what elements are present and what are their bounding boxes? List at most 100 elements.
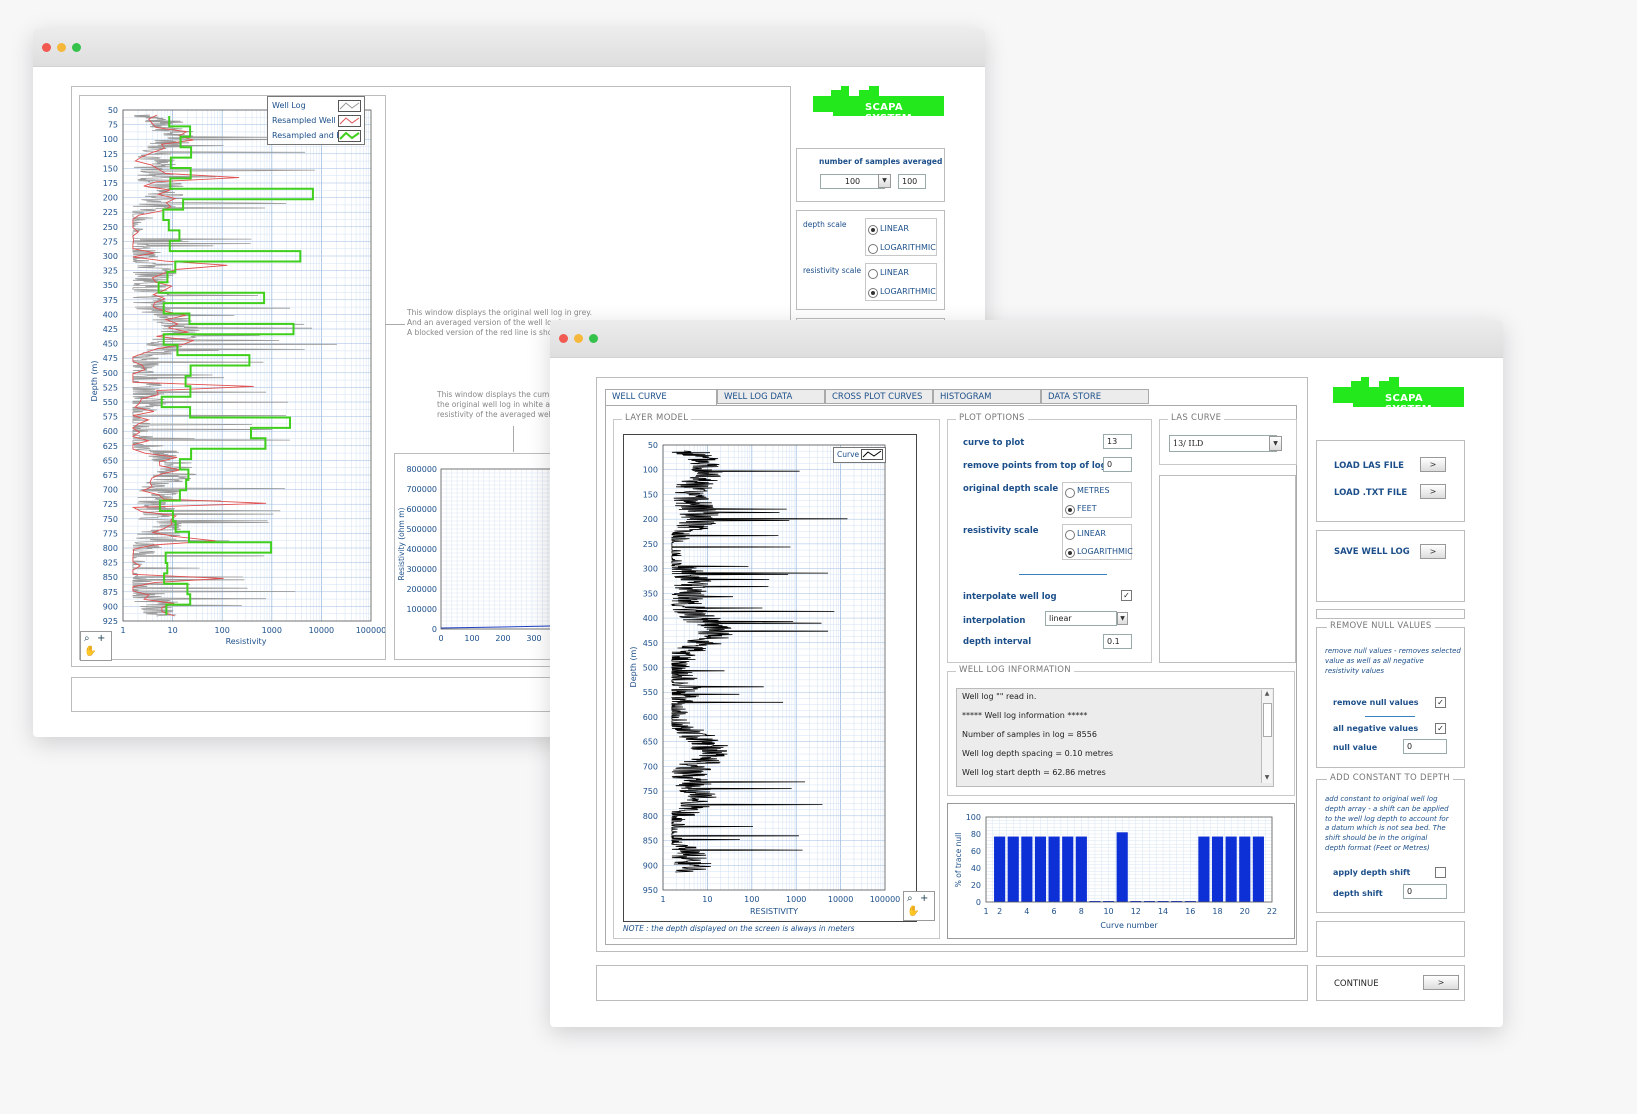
cum-y-tick: 800000 <box>406 465 437 474</box>
info-scrollbar[interactable]: ▲ ▼ <box>1261 690 1272 783</box>
interpolation-dropdown-arrow[interactable]: ▼ <box>1117 612 1128 625</box>
load-las-button[interactable]: > <box>1420 457 1446 472</box>
depth-log-label: LOGARITHMIC <box>880 243 936 252</box>
samples-select[interactable]: 100 <box>820 174 885 189</box>
tab-well-curve[interactable]: WELL CURVE <box>605 389 717 406</box>
depth-tick: 875 <box>103 588 118 597</box>
samples-label: number of samples averaged <box>819 157 943 166</box>
load-txt-button[interactable]: > <box>1420 484 1446 499</box>
res-log-radio[interactable] <box>868 288 878 298</box>
tab-data-store[interactable]: DATA STORE <box>1041 389 1149 404</box>
apply-shift-checkbox[interactable] <box>1435 867 1446 878</box>
histogram-bar <box>1198 836 1210 902</box>
save-well-log-button[interactable]: > <box>1420 544 1446 559</box>
cumulative-line <box>440 625 552 629</box>
cum-y-tick: 0 <box>432 625 437 634</box>
metres-radio[interactable] <box>1065 488 1075 498</box>
depth-tick: 375 <box>103 296 118 305</box>
interpolation-select[interactable]: linear <box>1045 611 1117 626</box>
res-linear-label: LINEAR <box>880 268 909 277</box>
pan-hand-icon[interactable]: ✋ <box>907 905 919 918</box>
interpolate-checkbox[interactable]: ✓ <box>1121 590 1132 601</box>
samples-dropdown-arrow[interactable]: ▼ <box>878 174 891 188</box>
depth-linear-radio[interactable] <box>868 225 878 235</box>
hist-x-tick: 14 <box>1158 907 1168 916</box>
samples-value[interactable]: 100 <box>898 174 926 189</box>
spacer-panel <box>1316 609 1465 619</box>
histogram-bar <box>1211 836 1224 902</box>
histogram-bar <box>1034 836 1047 902</box>
hist-x-tick: 18 <box>1212 907 1222 916</box>
depth-tick: 625 <box>103 442 118 451</box>
well-log-info-textarea[interactable]: Well log "" read in. ***** Well log info… <box>956 688 1274 787</box>
histogram-bar <box>1021 836 1033 902</box>
depth-shift-input[interactable]: 0 <box>1403 884 1447 899</box>
resistivity-tick: 10 <box>168 626 178 635</box>
minimize-dot[interactable] <box>574 334 583 343</box>
curve-to-plot-label: curve to plot <box>963 438 1025 448</box>
continue-panel: CONTINUE > <box>1316 965 1465 1001</box>
scroll-down-arrow[interactable]: ▼ <box>1262 774 1272 781</box>
metres-label: METRES <box>1077 486 1110 495</box>
hist-y-tick: 100 <box>966 813 981 822</box>
depth-tick: 125 <box>103 150 118 159</box>
cum-y-tick: 500000 <box>406 525 437 534</box>
plus-icon[interactable]: + <box>920 892 928 905</box>
depth-interval-label: depth interval <box>963 637 1032 647</box>
minimize-dot[interactable] <box>57 43 66 52</box>
zoom-dot[interactable] <box>589 334 598 343</box>
all-negative-checkbox[interactable]: ✓ <box>1435 723 1446 734</box>
hist-x-tick: 10 <box>1103 907 1113 916</box>
tab-well-log-data[interactable]: WELL LOG DATA <box>717 389 825 404</box>
remove-points-input[interactable]: 0 <box>1103 457 1132 472</box>
linear-radio[interactable] <box>1065 530 1075 540</box>
logarithmic-radio[interactable] <box>1065 548 1075 558</box>
interpolate-label: interpolate well log <box>963 592 1057 602</box>
depth-tick: 850 <box>103 573 118 582</box>
zoom-icon[interactable]: ⌕ <box>907 892 913 905</box>
depth-note: NOTE : the depth displayed on the screen… <box>623 924 855 933</box>
las-curve-select[interactable]: 13/ ILD <box>1169 435 1277 452</box>
resistivity-tick: 1000 <box>786 895 806 904</box>
front-zoom-tools[interactable]: ⌕ + ✋ <box>903 891 935 921</box>
back-zoom-tools[interactable]: ⌕ + ✋ <box>80 631 112 661</box>
pan-hand-icon[interactable]: ✋ <box>84 645 96 658</box>
feet-radio[interactable] <box>1065 505 1075 515</box>
cum-y-tick: 300000 <box>406 565 437 574</box>
depth-log-radio[interactable] <box>868 244 878 254</box>
close-dot[interactable] <box>559 334 568 343</box>
depth-interval-input[interactable]: 0.1 <box>1103 634 1132 649</box>
plus-icon[interactable]: + <box>97 632 105 645</box>
resistivity-tick: 100000 <box>870 895 901 904</box>
depth-tick: 400 <box>103 310 118 319</box>
tab-cross-plot-curves[interactable]: CROSS PLOT CURVES <box>825 389 933 404</box>
interpolation-label: interpolation <box>963 616 1026 626</box>
depth-tick: 350 <box>103 281 118 290</box>
continue-button[interactable]: > <box>1423 975 1459 990</box>
continue-label: CONTINUE <box>1334 979 1379 989</box>
depth-tick: 650 <box>643 738 658 747</box>
logarithmic-label: LOGARITHMIC <box>1077 547 1133 556</box>
depth-tick: 400 <box>643 614 658 623</box>
histogram-bar <box>994 836 1006 902</box>
add-constant-panel: ADD CONSTANT TO DEPTH add constant to or… <box>1316 773 1465 913</box>
zoom-dot[interactable] <box>72 43 81 52</box>
remove-null-checkbox[interactable]: ✓ <box>1435 697 1446 708</box>
zoom-icon[interactable]: ⌕ <box>84 632 90 645</box>
las-curve-title: LAS CURVE <box>1168 413 1225 423</box>
curve-to-plot-input[interactable]: 13 <box>1103 434 1132 449</box>
histogram-bar <box>1239 836 1251 902</box>
legend-curve: Curve <box>837 450 860 459</box>
depth-tick: 525 <box>103 383 118 392</box>
cum-y-tick: 700000 <box>406 485 437 494</box>
tab-histogram[interactable]: HISTOGRAM <box>933 389 1041 404</box>
cum-x-tick: 300 <box>526 634 541 643</box>
close-dot[interactable] <box>42 43 51 52</box>
scroll-up-arrow[interactable]: ▲ <box>1262 690 1272 697</box>
depth-tick: 825 <box>103 559 118 568</box>
scroll-thumb[interactable] <box>1263 703 1272 737</box>
null-value-input[interactable]: 0 <box>1403 739 1447 754</box>
hist-x-tick: 20 <box>1240 907 1250 916</box>
res-linear-radio[interactable] <box>868 269 878 279</box>
las-curve-dropdown-arrow[interactable]: ▼ <box>1269 436 1282 451</box>
